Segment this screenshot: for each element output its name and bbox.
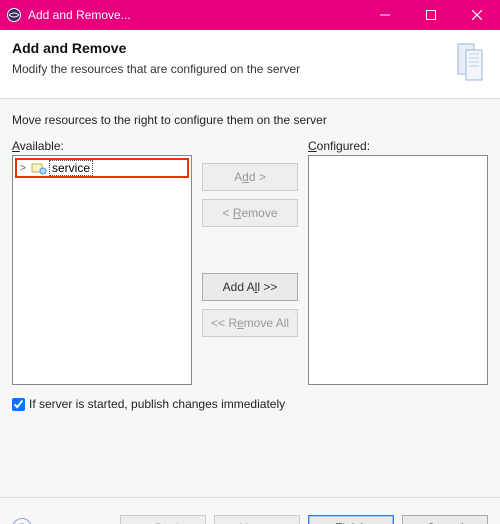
configured-listbox[interactable] <box>308 155 488 385</box>
dialog-content: Move resources to the right to configure… <box>0 99 500 497</box>
configured-label: Configured: <box>308 139 488 153</box>
next-button[interactable]: Next > <box>214 515 300 524</box>
transfer-buttons: Add > < Remove Add All >> << Remove All <box>200 139 300 385</box>
help-button[interactable]: ? <box>12 518 32 524</box>
available-section: Available: > service <box>12 139 192 385</box>
eclipse-icon <box>6 7 22 23</box>
server-icon <box>454 40 488 84</box>
cancel-button[interactable]: Cancel <box>402 515 488 524</box>
available-item-service[interactable]: > service <box>15 158 189 178</box>
available-label: Available: <box>12 139 192 153</box>
window-title: Add and Remove... <box>28 8 362 22</box>
title-bar: Add and Remove... <box>0 0 500 30</box>
instruction-text: Move resources to the right to configure… <box>12 113 488 127</box>
back-button[interactable]: < Back <box>120 515 206 524</box>
available-listbox[interactable]: > service <box>12 155 192 385</box>
remove-button[interactable]: < Remove <box>202 199 298 227</box>
module-icon <box>31 161 47 175</box>
publish-checkbox[interactable] <box>12 398 25 411</box>
remove-all-button[interactable]: << Remove All <box>202 309 298 337</box>
add-button[interactable]: Add > <box>202 163 298 191</box>
close-button[interactable] <box>454 0 500 30</box>
finish-button[interactable]: Finish <box>308 515 394 524</box>
dialog-header: Add and Remove Modify the resources that… <box>0 30 500 99</box>
dialog-footer: ? < Back Next > Finish Cancel <box>0 497 500 524</box>
maximize-button[interactable] <box>408 0 454 30</box>
configured-section: Configured: <box>308 139 488 385</box>
publish-checkbox-label: If server is started, publish changes im… <box>29 397 285 411</box>
header-subtitle: Modify the resources that are configured… <box>12 62 444 76</box>
header-title: Add and Remove <box>12 40 444 56</box>
add-all-button[interactable]: Add All >> <box>202 273 298 301</box>
available-item-label: service <box>49 160 93 176</box>
expand-icon[interactable]: > <box>17 163 29 174</box>
publish-checkbox-row: If server is started, publish changes im… <box>12 397 488 411</box>
minimize-button[interactable] <box>362 0 408 30</box>
